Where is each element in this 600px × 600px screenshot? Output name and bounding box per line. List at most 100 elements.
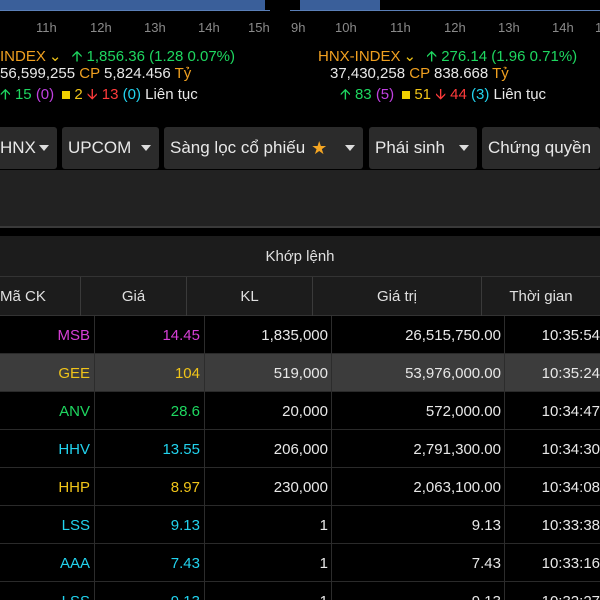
cp-label: CP [79, 65, 100, 82]
cell-volume: 206,000 [205, 430, 332, 468]
arrow-up-icon: 🡩 [0, 86, 11, 103]
chart-area-right [300, 0, 380, 10]
table-row[interactable]: LSS 9.13 1 9.13 10:32:27 [0, 582, 600, 600]
filter-upcom-dropdown[interactable]: UPCOM [62, 127, 159, 169]
session-status: Liên tục [145, 86, 198, 103]
table-row[interactable]: HHP 8.97 230,000 2,063,100.00 10:34:08 [0, 468, 600, 506]
column-header-symbol[interactable]: Mã CK [0, 277, 81, 316]
caret-down-icon [345, 145, 355, 151]
index-name: INDEX [0, 48, 46, 65]
time-label: 9h [291, 20, 306, 35]
index-name: HNX-INDEX [318, 48, 401, 65]
time-label: 11h [390, 20, 411, 35]
table-title: Khớp lệnh [0, 236, 600, 276]
filter-hnx-dropdown[interactable]: HNX [0, 127, 57, 169]
caret-down-icon [39, 145, 49, 151]
cell-volume: 1 [205, 582, 332, 600]
chart-right: 9h 10h 11h 12h 13h 14h 15h [290, 0, 600, 40]
cell-value: 9.13 [332, 506, 505, 544]
market-filter-bar: HNX UPCOM Sàng lọc cổ phiếu ★ Phái sinh C… [0, 127, 600, 169]
column-header-value[interactable]: Giá trị [313, 277, 482, 316]
filter-label: Chứng quyền [488, 138, 592, 157]
cell-time: 10:32:27 [505, 582, 600, 600]
arrow-down-icon: 🡫 [86, 86, 98, 103]
floor-count: (0) [122, 86, 141, 103]
time-label: 11h [36, 20, 57, 35]
time-label: 15h [248, 20, 270, 35]
index-volume: 56,599,255 [0, 65, 76, 82]
chart-baseline-right [290, 10, 600, 11]
chart-baseline-left [0, 10, 270, 11]
chart-area-left [0, 0, 265, 10]
arrow-up-icon: 🡩 [71, 48, 83, 65]
filter-label: HNX [0, 138, 36, 157]
index-volume: 37,430,258 [330, 65, 406, 82]
unchanged-count: 51 [414, 86, 432, 103]
advancers-count: 15 [14, 86, 32, 103]
cp-value: 5,824.456 [104, 65, 171, 82]
chart-left: 11h 12h 13h 14h 15h [0, 0, 270, 40]
filter-label: Phái sinh [375, 138, 445, 157]
time-label: 15h [595, 20, 600, 35]
index-value: 276.14 [441, 48, 488, 65]
advancers-count: 83 [354, 86, 372, 103]
square-icon [62, 90, 71, 99]
cell-symbol: LSS [0, 582, 95, 600]
cell-price: 9.13 [95, 582, 205, 600]
index-change: (1.96 0.71%) [491, 48, 578, 65]
time-label: 13h [498, 20, 520, 35]
caret-down-icon [459, 145, 469, 151]
cell-price: 28.6 [95, 392, 205, 430]
index-value: 1,856.36 [86, 48, 145, 65]
time-label: 13h [144, 20, 166, 35]
cell-time: 10:34:47 [541, 402, 600, 420]
index-change: (1.28 0.07%) [149, 48, 235, 65]
table-row[interactable]: GEE 104 519,000 53,976,000.00 10:35:24 [0, 354, 600, 392]
cell-symbol: ANV [0, 392, 95, 430]
table-row[interactable]: AAA 7.43 1 7.43 10:33:16 [0, 544, 600, 582]
table-row[interactable]: MSB 14.45 1,835,000 26,515,750.00 10:35:… [0, 316, 600, 354]
cell-value: 2,063,100.00 [332, 468, 505, 506]
filter-warrants-dropdown[interactable]: Chứng quyền [482, 127, 600, 169]
unchanged-count: 2 [74, 86, 83, 103]
content-band [0, 170, 600, 226]
filter-derivatives-dropdown[interactable]: Phái sinh [369, 127, 477, 169]
chevron-down-icon[interactable]: ⌄ [49, 47, 62, 65]
decliners-count: 44 [450, 86, 467, 103]
cell-time: 10:33:38 [541, 516, 600, 534]
table-row[interactable]: HHV 13.55 206,000 2,791,300.00 10:34:30 [0, 430, 600, 468]
table-header: Mã CK Giá KL Giá trị Thời gian [0, 276, 600, 316]
chevron-down-icon[interactable]: ⌄ [404, 47, 417, 65]
ceiling-count: (5) [375, 86, 395, 103]
caret-down-icon [141, 145, 151, 151]
index-left-volume-row: 56,599,255 CP 5,824.456 Tỷ [0, 65, 191, 82]
table-row[interactable]: ANV 28.6 20,000 572,000.00 10:34:47 [0, 392, 600, 430]
cell-volume: 519,000 [205, 354, 332, 392]
cell-time: 10:33:16 [541, 554, 600, 572]
time-label: 14h [198, 20, 220, 35]
cell-price: 9.13 [95, 506, 205, 544]
cell-value: 26,515,750.00 [332, 316, 505, 354]
arrow-up-icon: 🡩 [340, 86, 351, 103]
cell-symbol: AAA [0, 544, 95, 582]
cell-volume: 1 [205, 544, 332, 582]
divider [0, 226, 600, 228]
column-header-price[interactable]: Giá [81, 277, 187, 316]
column-header-volume[interactable]: KL [187, 277, 313, 316]
cell-volume: 1,835,000 [205, 316, 332, 354]
cell-value: 7.43 [332, 544, 505, 582]
filter-screener-dropdown[interactable]: Sàng lọc cổ phiếu ★ [164, 127, 363, 169]
cell-volume: 20,000 [205, 392, 332, 430]
filter-label: UPCOM [68, 138, 132, 157]
cell-symbol: MSB [0, 316, 95, 354]
cell-symbol: LSS [0, 506, 95, 544]
star-icon: ★ [311, 137, 328, 158]
table-row[interactable]: LSS 9.13 1 9.13 10:33:38 [0, 506, 600, 544]
cell-value: 9.13 [332, 582, 505, 600]
cell-symbol: GEE [0, 354, 95, 392]
filter-label: Sàng lọc cổ phiếu [170, 138, 306, 157]
column-header-time[interactable]: Thời gian [482, 277, 600, 316]
cell-value: 572,000.00 [332, 392, 505, 430]
index-right-breadth-row: 🡩 83 (5) 51 🡫 44 (3) Liên tục [340, 84, 546, 109]
decliners-count: 13 [101, 86, 119, 103]
